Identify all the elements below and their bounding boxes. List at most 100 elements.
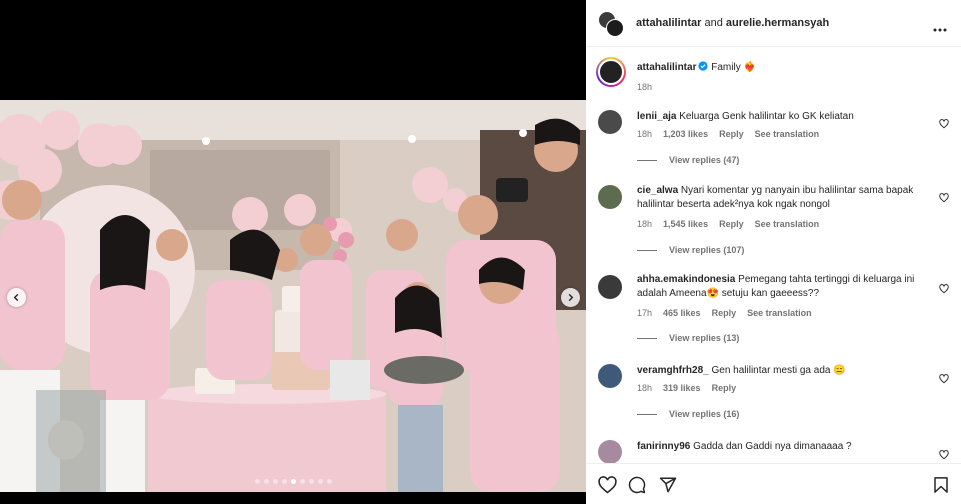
header-joiner: and [701,17,726,29]
comment-item: fanirinny96 Gadda dan Gaddi nya dimanaaa… [586,440,961,463]
family-birthday-photo [0,100,586,492]
comment-text: cie_alwa Nyari komentar yg nanyain ibu h… [637,184,937,212]
comment-item: ahha.emakindonesia Pemegang tahta tertin… [586,274,961,346]
carousel-dot [254,479,260,484]
comment-item: lenii_aja Keluarga Genk halilintar ko GK… [586,108,961,168]
heart-icon [939,450,949,460]
comment-meta: 17h 465 likes Reply See translation [637,308,812,318]
comment-username[interactable]: ahha.emakindonesia [637,274,735,285]
header-username-1[interactable]: attahalilintar [636,17,701,29]
post-side-panel: attahalilintar and aurelie.hermansyah at… [586,0,961,504]
avatar[interactable] [598,440,622,463]
comment-text: lenii_aja Keluarga Genk halilintar ko GK… [637,110,937,124]
post-media [0,0,586,504]
carousel-dot [326,479,332,484]
see-translation-button[interactable]: See translation [755,219,820,229]
view-replies-label: View replies (107) [669,245,745,255]
carousel-dot-active [290,479,296,484]
comment-text: veramghfrh28_ Gen halilintar mesti ga ad… [637,364,937,378]
comment-time: 18h [637,383,653,393]
heart-icon [598,476,617,494]
chevron-left-icon [13,293,19,302]
reply-button[interactable]: Reply [719,219,744,229]
comment-like-button[interactable] [939,281,949,299]
reply-button[interactable]: Reply [712,383,737,393]
see-translation-button[interactable]: See translation [755,129,820,139]
post-header: attahalilintar and aurelie.hermansyah [586,0,961,47]
comment-username[interactable]: cie_alwa [637,185,678,196]
avatar[interactable] [598,364,622,388]
view-replies-label: View replies (47) [669,155,740,165]
comment-body: Nyari komentar yg nanyain ibu halilintar… [637,185,914,210]
reply-button[interactable]: Reply [712,308,737,318]
like-button[interactable] [598,476,617,499]
comment-like-button[interactable] [939,116,949,134]
comment-username[interactable]: veramghfrh28_ [637,365,709,376]
heart-icon [939,284,949,294]
comment-like-button[interactable] [939,371,949,389]
comment-time: 18h [637,129,653,139]
more-icon [933,28,947,32]
save-button[interactable] [933,476,949,499]
carousel-dot [299,479,305,484]
carousel-dot [263,479,269,484]
chevron-right-icon [568,293,574,302]
comment-like-button[interactable] [939,190,949,208]
view-replies-label: View replies (13) [669,333,740,343]
comment-username[interactable]: lenii_aja [637,111,676,122]
carousel-dot [317,479,323,484]
comment-likes[interactable]: 319 likes [663,383,701,393]
post-action-bar [586,463,961,504]
comment-body: Gen halilintar mesti ga ada [708,365,834,376]
comment-like-button[interactable] [939,447,949,463]
comment-text: ahha.emakindonesia Pemegang tahta tertin… [637,273,937,301]
caption-time: 18h [637,82,653,92]
post-caption: attahalilintar Family ❤️‍🔥 18h [586,47,961,97]
comment-item: veramghfrh28_ Gen halilintar mesti ga ad… [586,364,961,424]
view-replies-label: View replies (16) [669,409,740,419]
carousel-prev-button[interactable] [7,288,26,307]
comment-likes[interactable]: 465 likes [663,308,701,318]
avatar [606,19,624,37]
view-replies-button[interactable]: View replies (13) [637,333,739,343]
comment-button[interactable] [628,476,646,499]
carousel-dot [272,479,278,484]
comments-list: attahalilintar Family ❤️‍🔥 18h lenii_aja… [586,47,961,463]
collab-usernames: attahalilintar and aurelie.hermansyah [636,17,829,29]
reply-button[interactable]: Reply [719,129,744,139]
avatar[interactable] [598,185,622,209]
avatar[interactable] [598,110,622,134]
see-translation-button[interactable]: See translation [747,308,812,318]
verified-badge-icon [698,61,709,71]
caption-meta: 18h [637,82,652,92]
carousel-dot [281,479,287,484]
carousel-next-button[interactable] [561,288,580,307]
view-replies-button[interactable]: View replies (107) [637,245,744,255]
carousel-dots [0,479,586,484]
comment-likes[interactable]: 1,203 likes [663,129,708,139]
comment-username[interactable]: fanirinny96 [637,441,690,452]
share-button[interactable] [659,476,677,499]
comment-item: cie_alwa Nyari komentar yg nanyain ibu h… [586,185,961,257]
caption-username[interactable]: attahalilintar [637,62,696,73]
heart-icon [939,193,949,203]
header-username-2[interactable]: aurelie.hermansyah [726,17,829,29]
heart-icon [939,374,949,384]
post-photo [0,100,586,492]
comment-likes[interactable]: 1,545 likes [663,219,708,229]
caption-avatar[interactable] [596,57,626,87]
caption-text: attahalilintar Family ❤️‍🔥 [637,61,937,75]
avatar[interactable] [598,275,622,299]
collab-avatars[interactable] [598,11,624,37]
bookmark-icon [934,477,948,493]
comment-icon [628,476,646,494]
comment-meta: 18h 1,203 likes Reply See translation [637,129,819,139]
comment-time: 18h [637,219,653,229]
view-replies-button[interactable]: View replies (47) [637,155,739,165]
more-options-button[interactable] [933,19,947,37]
caption-body: Family [708,62,744,73]
comment-body: Gadda dan Gaddi nya dimanaaaa ? [690,441,852,452]
view-replies-button[interactable]: View replies (16) [637,409,739,419]
caption-emoji: ❤️‍🔥 [743,62,756,73]
comment-body: Keluarga Genk halilintar ko GK keliatan [676,111,854,122]
